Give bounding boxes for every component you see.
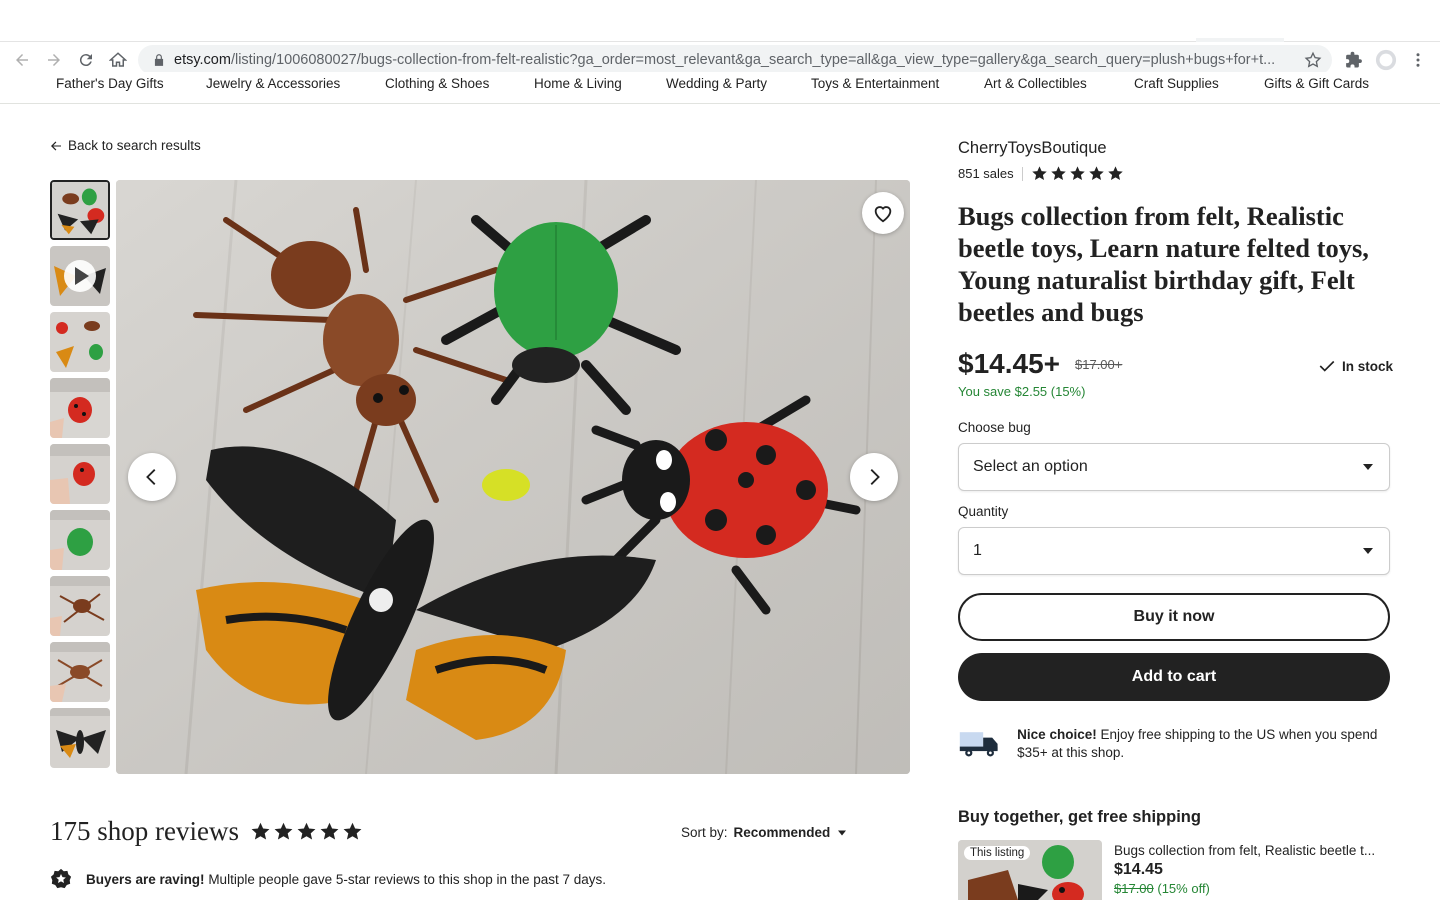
sort-label: Sort by: xyxy=(681,825,728,840)
thumbnail-image[interactable] xyxy=(50,708,110,768)
reload-icon[interactable] xyxy=(76,50,96,70)
category-link[interactable]: Jewelry & Accessories xyxy=(206,76,340,91)
raving-bold: Buyers are raving! xyxy=(86,871,205,887)
add-to-cart-button[interactable]: Add to cart xyxy=(958,653,1390,701)
quantity-value: 1 xyxy=(973,542,982,559)
shipping-text: Nice choice! Enjoy free shipping to the … xyxy=(1017,726,1390,762)
thumbnail-image[interactable] xyxy=(50,576,110,636)
address-bar[interactable]: etsy.com/listing/1006080027/bugs-collect… xyxy=(138,45,1332,75)
thumbnail-image[interactable] xyxy=(50,312,110,372)
buy-together-discount: $17.00 (15% off) xyxy=(1114,881,1210,896)
caret-down-icon xyxy=(1363,548,1373,554)
category-link[interactable]: Toys & Entertainment xyxy=(811,76,939,91)
browser-menu-icon[interactable] xyxy=(1407,49,1429,71)
main-product-image[interactable] xyxy=(116,180,910,774)
left-arrow-icon xyxy=(51,141,61,150)
delivery-truck-icon xyxy=(959,732,998,757)
category-link[interactable]: Wedding & Party xyxy=(666,76,767,91)
reviews-heading: 175 shop reviews xyxy=(50,816,239,846)
stock-label: In stock xyxy=(1342,358,1394,374)
buy-together-orig-price: $17.00 xyxy=(1114,881,1154,896)
buy-now-button[interactable]: Buy it now xyxy=(958,593,1390,641)
home-icon[interactable] xyxy=(108,50,128,70)
bookmark-star-icon[interactable] xyxy=(1304,51,1322,69)
thumbnail-image[interactable] xyxy=(50,444,110,504)
favorite-button[interactable] xyxy=(862,192,904,234)
sales-rating-row: 851 sales xyxy=(958,165,1124,182)
star-icon xyxy=(251,822,270,840)
shop-name-link[interactable]: CherryToysBoutique xyxy=(958,139,1107,158)
category-link[interactable]: Gifts & Gift Cards xyxy=(1264,76,1369,91)
star-icon xyxy=(297,822,316,840)
buy-together-heading: Buy together, get free shipping xyxy=(958,808,1201,826)
url-text: etsy.com/listing/1006080027/bugs-collect… xyxy=(174,52,1276,68)
listing-price: $14.45+ xyxy=(958,348,1060,379)
quantity-select[interactable]: 1 xyxy=(958,527,1390,575)
buy-together-title[interactable]: Bugs collection from felt, Realistic bee… xyxy=(1114,843,1390,858)
category-link[interactable]: Clothing & Shoes xyxy=(385,76,489,91)
buy-together-item[interactable]: This listing Bugs collection from felt, … xyxy=(958,840,1390,900)
category-link[interactable]: Art & Collectibles xyxy=(984,76,1087,91)
original-price: $17.00+ xyxy=(1075,357,1123,372)
variation-select[interactable]: Select an option xyxy=(958,443,1390,491)
back-to-results-link[interactable]: Back to search results xyxy=(50,138,201,153)
profile-avatar-icon[interactable] xyxy=(1375,49,1397,71)
heart-icon xyxy=(874,206,892,223)
sort-value: Recommended xyxy=(733,825,831,840)
category-link[interactable]: Father's Day Gifts xyxy=(56,76,164,91)
category-nav: Father's Day Gifts Jewelry & Accessories… xyxy=(0,72,1440,104)
this-listing-badge: This listing xyxy=(964,846,1031,860)
prev-image-button[interactable] xyxy=(128,453,176,501)
star-icon xyxy=(1069,166,1085,180)
sort-dropdown[interactable]: Sort by: Recommended xyxy=(681,825,848,840)
back-arrow-icon[interactable] xyxy=(12,50,32,70)
caret-down-icon xyxy=(1363,464,1373,470)
shop-star-rating[interactable] xyxy=(1031,165,1124,182)
thumbnail-video[interactable] xyxy=(50,246,110,306)
raving-text: Buyers are raving! Multiple people gave … xyxy=(86,872,606,887)
buy-together-image: This listing xyxy=(958,840,1102,900)
buy-together-percent: (15% off) xyxy=(1153,881,1210,896)
quantity-label: Quantity xyxy=(958,504,1009,519)
browser-tab-strip xyxy=(0,0,1440,42)
checkmark-icon xyxy=(1319,360,1335,372)
raving-rest: Multiple people gave 5-star reviews to t… xyxy=(204,871,607,887)
forward-arrow-icon[interactable] xyxy=(44,50,64,70)
product-photo xyxy=(116,180,910,774)
savings-text: You save $2.55 (15%) xyxy=(958,384,1086,399)
buyers-raving-notice: Buyers are raving! Multiple people gave … xyxy=(50,868,606,890)
variation-label: Choose bug xyxy=(958,420,1031,435)
caret-down-icon xyxy=(838,830,847,835)
lock-icon xyxy=(154,54,164,66)
star-icon xyxy=(343,822,362,840)
category-link[interactable]: Craft Supplies xyxy=(1134,76,1219,91)
listing-title: Bugs collection from felt, Realistic bee… xyxy=(958,201,1369,327)
back-link-label: Back to search results xyxy=(68,138,201,153)
next-image-button[interactable] xyxy=(850,453,898,501)
stock-status: In stock xyxy=(1318,357,1393,375)
chevron-left-icon xyxy=(146,469,156,485)
star-icon xyxy=(1088,166,1104,180)
star-icon xyxy=(1031,166,1047,180)
thumbnail-strip xyxy=(50,180,112,774)
shipping-bold: Nice choice! xyxy=(1017,727,1097,742)
thumbnail-image[interactable] xyxy=(50,642,110,702)
thumbnail-image[interactable] xyxy=(50,510,110,570)
category-link[interactable]: Home & Living xyxy=(534,76,622,91)
free-shipping-note: Nice choice! Enjoy free shipping to the … xyxy=(958,726,1390,762)
star-icon xyxy=(1107,166,1123,180)
buy-together-price: $14.45 xyxy=(1114,861,1163,878)
thumbnail-image[interactable] xyxy=(50,180,110,240)
star-icon xyxy=(1050,166,1066,180)
divider xyxy=(1021,166,1023,181)
star-badge-icon xyxy=(50,868,72,889)
sales-count: 851 sales xyxy=(958,166,1014,181)
chevron-right-icon xyxy=(870,469,880,485)
star-icon xyxy=(320,822,339,840)
reviews-star-rating xyxy=(250,821,363,842)
variation-value: Select an option xyxy=(973,458,1088,475)
thumbnail-image[interactable] xyxy=(50,378,110,438)
extensions-puzzle-icon[interactable] xyxy=(1343,49,1365,71)
star-icon xyxy=(274,822,293,840)
